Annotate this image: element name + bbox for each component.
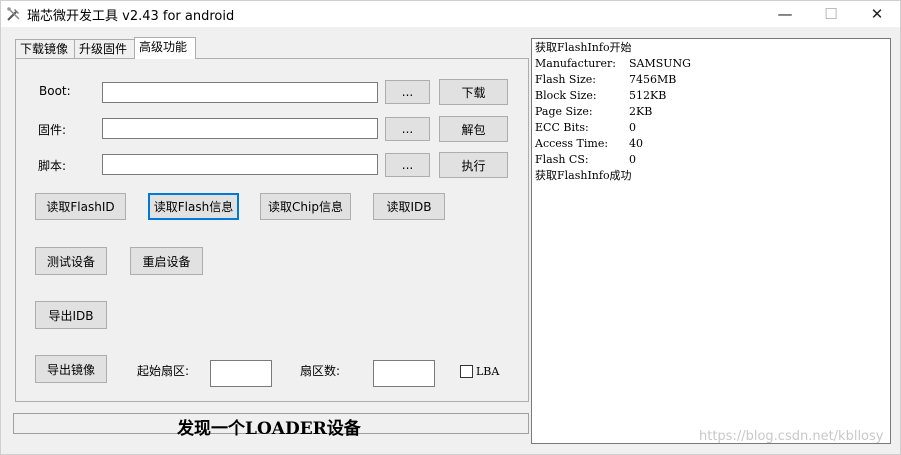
- export-image-button[interactable]: 导出镜像: [35, 355, 107, 383]
- log-panel[interactable]: 获取FlashInfo开始 Manufacturer: SAMSUNG Flash…: [531, 38, 891, 444]
- unpack-button[interactable]: 解包: [439, 116, 508, 142]
- tab-download-image[interactable]: 下载镜像: [15, 39, 74, 59]
- download-button[interactable]: 下载: [439, 79, 508, 105]
- log-line: 获取FlashInfo成功: [535, 168, 887, 184]
- read-flash-info-button[interactable]: 读取Flash信息: [148, 193, 239, 220]
- log-start-text: 获取FlashInfo开始: [535, 41, 632, 54]
- log-value: 0: [629, 153, 636, 166]
- lba-checkbox[interactable]: [460, 365, 473, 378]
- log-line: Flash CS: 0: [535, 152, 887, 168]
- start-sector-label: 起始扇区:: [137, 364, 190, 378]
- script-browse-button[interactable]: ...: [385, 153, 430, 177]
- log-key: ECC Bits:: [535, 121, 589, 134]
- tools-icon: [6, 6, 22, 22]
- read-idb-button[interactable]: 读取IDB: [373, 193, 445, 220]
- log-key: Page Size:: [535, 105, 593, 118]
- log-line: Manufacturer: SAMSUNG: [535, 56, 887, 72]
- log-line: Block Size: 512KB: [535, 88, 887, 104]
- firmware-browse-button[interactable]: ...: [385, 117, 430, 141]
- log-value: SAMSUNG: [629, 57, 691, 70]
- read-chip-info-button[interactable]: 读取Chip信息: [260, 193, 351, 220]
- test-device-button[interactable]: 测试设备: [35, 247, 107, 275]
- log-key: Access Time:: [535, 137, 609, 150]
- title-bar: 瑞芯微开发工具 v2.43 for android — ☐ ✕: [1, 1, 900, 27]
- firmware-path-input[interactable]: [102, 118, 378, 139]
- firmware-label: 固件:: [38, 123, 67, 137]
- close-button[interactable]: ✕: [854, 1, 900, 27]
- read-flash-id-button[interactable]: 读取FlashID: [35, 193, 126, 220]
- script-path-input[interactable]: [102, 154, 378, 175]
- app-window: 瑞芯微开发工具 v2.43 for android — ☐ ✕ 下载镜像 升级固…: [0, 0, 901, 455]
- tab-upgrade-firmware[interactable]: 升级固件: [74, 39, 134, 59]
- sector-count-input[interactable]: [373, 360, 435, 387]
- start-sector-input[interactable]: [210, 360, 272, 387]
- log-value: 0: [629, 121, 636, 134]
- log-end-text: 获取FlashInfo成功: [535, 169, 632, 182]
- advanced-tab-panel: [15, 58, 529, 402]
- log-key: Flash Size:: [535, 73, 596, 86]
- log-value: 2KB: [629, 105, 653, 118]
- maximize-button[interactable]: ☐: [808, 1, 854, 27]
- export-idb-button[interactable]: 导出IDB: [35, 301, 107, 329]
- minimize-button[interactable]: —: [762, 1, 808, 27]
- log-line: 获取FlashInfo开始: [535, 40, 887, 56]
- log-value: 40: [629, 137, 643, 150]
- script-label: 脚本:: [38, 159, 67, 173]
- window-title: 瑞芯微开发工具 v2.43 for android: [27, 9, 235, 24]
- log-key: Block Size:: [535, 89, 597, 102]
- lba-label: LBA: [476, 365, 500, 378]
- log-line: ECC Bits: 0: [535, 120, 887, 136]
- boot-label: Boot:: [39, 84, 71, 98]
- sector-count-label: 扇区数:: [300, 364, 341, 378]
- tab-advanced[interactable]: 高级功能: [134, 37, 196, 59]
- execute-button[interactable]: 执行: [439, 152, 508, 178]
- log-key: Flash CS:: [535, 153, 589, 166]
- log-key: Manufacturer:: [535, 57, 617, 70]
- log-value: 7456MB: [629, 73, 677, 86]
- watermark: https://blog.csdn.net/kbllosy: [699, 429, 884, 444]
- boot-browse-button[interactable]: ...: [385, 80, 430, 104]
- log-line: Access Time: 40: [535, 136, 887, 152]
- reboot-device-button[interactable]: 重启设备: [130, 247, 203, 275]
- log-value: 512KB: [629, 89, 667, 102]
- log-line: Flash Size: 7456MB: [535, 72, 887, 88]
- boot-path-input[interactable]: [102, 82, 378, 103]
- log-line: Page Size: 2KB: [535, 104, 887, 120]
- status-text: 发现一个LOADER设备: [177, 419, 361, 439]
